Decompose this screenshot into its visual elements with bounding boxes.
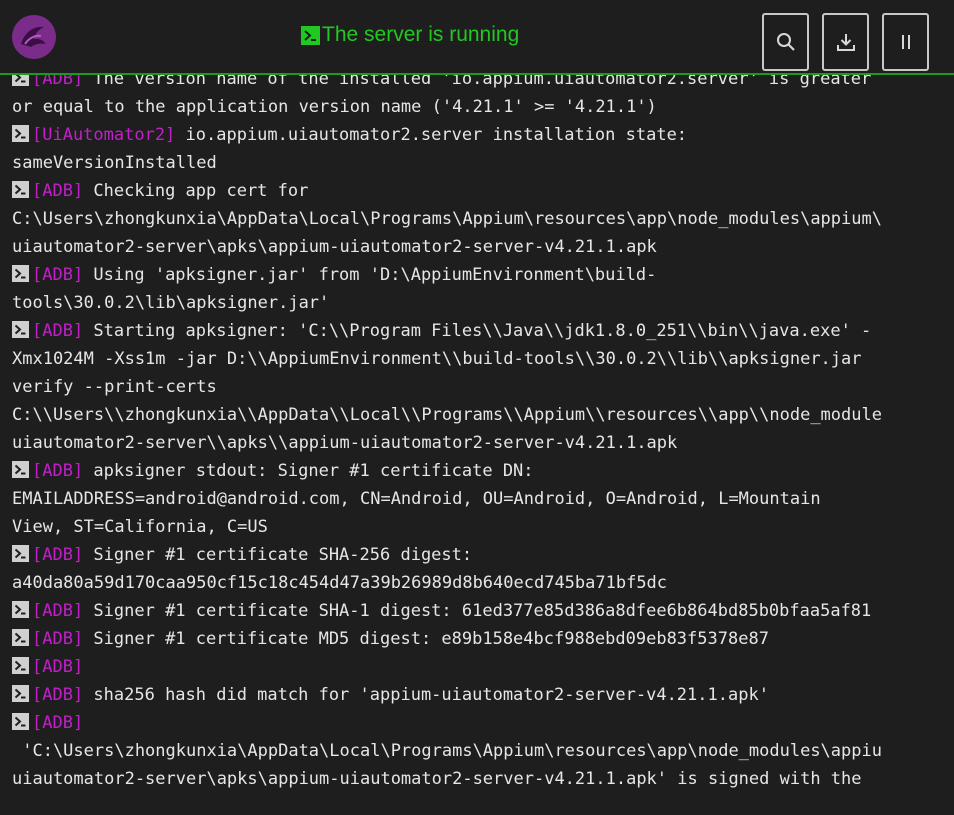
log-line: [ADB] Signer #1 certificate SHA-256 dige…: [12, 541, 952, 569]
log-message: Checking app cert for: [83, 181, 309, 201]
log-line: [ADB]: [12, 653, 952, 681]
search-icon: [776, 33, 795, 51]
log-prompt-icon: [12, 265, 29, 282]
log-line: 'C:\Users\zhongkunxia\AppData\Local\Prog…: [12, 737, 952, 765]
pause-icon: [901, 35, 910, 49]
log-line: [ADB] apksigner stdout: Signer #1 certif…: [12, 457, 952, 485]
download-button[interactable]: [822, 13, 869, 71]
log-prompt-icon: [12, 601, 29, 618]
log-prompt-icon: [12, 125, 29, 142]
log-message: tools\30.0.2\lib\apksigner.jar': [12, 293, 330, 313]
log-source-tag: [ADB]: [32, 601, 84, 621]
log-message: 'C:\Users\zhongkunxia\AppData\Local\Prog…: [12, 741, 882, 761]
log-source-tag: [ADB]: [32, 713, 84, 733]
log-source-tag: [UiAutomator2]: [32, 125, 176, 145]
header-bar: The server is running: [0, 0, 954, 73]
log-source-tag: [ADB]: [32, 685, 84, 705]
log-line: EMAILADDRESS=android@android.com, CN=And…: [12, 485, 952, 513]
log-prompt-icon: [12, 321, 29, 338]
log-message: or equal to the application version name…: [12, 97, 657, 117]
log-prompt-icon: [12, 713, 29, 730]
log-message: verify --print-certs: [12, 377, 217, 397]
log-message: EMAILADDRESS=android@android.com, CN=And…: [12, 489, 821, 509]
log-message: View, ST=California, C=US: [12, 517, 268, 537]
log-message: Signer #1 certificate SHA-256 digest:: [83, 545, 473, 565]
download-icon: [836, 34, 855, 51]
log-message: Signer #1 certificate MD5 digest: e89b15…: [83, 629, 769, 649]
log-prompt-icon: [12, 685, 29, 702]
search-button[interactable]: [762, 13, 809, 71]
log-line: sameVersionInstalled: [12, 149, 952, 177]
log-message: C:\\Users\\zhongkunxia\\AppData\\Local\\…: [12, 405, 882, 425]
server-status: The server is running: [301, 22, 519, 48]
log-message: uiautomator2-server\apks\appium-uiautoma…: [12, 769, 862, 789]
log-source-tag: [ADB]: [32, 321, 84, 341]
log-message: Signer #1 certificate SHA-1 digest: 61ed…: [83, 601, 872, 621]
server-status-text: The server is running: [322, 23, 520, 46]
log-line: C:\Users\zhongkunxia\AppData\Local\Progr…: [12, 205, 952, 233]
log-prompt-icon: [12, 461, 29, 478]
log-source-tag: [ADB]: [32, 629, 84, 649]
log-source-tag: [ADB]: [32, 181, 84, 201]
log-message: uiautomator2-server\apks\appium-uiautoma…: [12, 237, 657, 257]
log-line: [ADB] Checking app cert for: [12, 177, 952, 205]
log-line: uiautomator2-server\apks\appium-uiautoma…: [12, 765, 952, 793]
log-line: [ADB]: [12, 709, 952, 737]
log-prompt-icon: [12, 545, 29, 562]
log-source-tag: [ADB]: [32, 657, 84, 677]
log-line: a40da80a59d170caa950cf15c18c454d47a39b26…: [12, 569, 952, 597]
log-source-tag: [ADB]: [32, 545, 84, 565]
log-line: [ADB] sha256 hash did match for 'appium-…: [12, 681, 952, 709]
log-message: apksigner stdout: Signer #1 certificate …: [83, 461, 534, 481]
log-line: [ADB] Using 'apksigner.jar' from 'D:\App…: [12, 261, 952, 289]
log-line: C:\\Users\\zhongkunxia\\AppData\\Local\\…: [12, 401, 952, 429]
log-message: Xmx1024M -Xss1m -jar D:\\AppiumEnvironme…: [12, 349, 862, 369]
log-message: sha256 hash did match for 'appium-uiauto…: [83, 685, 769, 705]
log-prompt-icon: [12, 657, 29, 674]
log-source-tag: [ADB]: [32, 265, 84, 285]
log-line: or equal to the application version name…: [12, 93, 952, 121]
log-message: C:\Users\zhongkunxia\AppData\Local\Progr…: [12, 209, 882, 229]
log-line: [ADB] Signer #1 certificate SHA-1 digest…: [12, 597, 952, 625]
log-line: [UiAutomator2] io.appium.uiautomator2.se…: [12, 121, 952, 149]
log-output: [ADB] The version name of the installed …: [12, 65, 952, 793]
log-prompt-icon: [12, 629, 29, 646]
log-message: io.appium.uiautomator2.server installati…: [175, 125, 688, 145]
log-message: a40da80a59d170caa950cf15c18c454d47a39b26…: [12, 573, 668, 593]
log-line: [ADB] Starting apksigner: 'C:\\Program F…: [12, 317, 952, 345]
log-line: uiautomator2-server\\apks\\appium-uiauto…: [12, 429, 952, 457]
pause-button[interactable]: [882, 13, 929, 71]
log-line: [ADB] Signer #1 certificate MD5 digest: …: [12, 625, 952, 653]
log-message: Starting apksigner: 'C:\\Program Files\\…: [83, 321, 872, 341]
log-message: Using 'apksigner.jar' from 'D:\AppiumEnv…: [83, 265, 657, 285]
terminal-icon: [301, 25, 320, 45]
log-line: verify --print-certs: [12, 373, 952, 401]
log-line: tools\30.0.2\lib\apksigner.jar': [12, 289, 952, 317]
log-prompt-icon: [12, 181, 29, 198]
log-line: uiautomator2-server\apks\appium-uiautoma…: [12, 233, 952, 261]
log-source-tag: [ADB]: [32, 461, 84, 481]
log-message: uiautomator2-server\\apks\\appium-uiauto…: [12, 433, 678, 453]
log-line: View, ST=California, C=US: [12, 513, 952, 541]
appium-logo-icon: [12, 15, 56, 59]
header-divider: [0, 73, 954, 75]
log-line: Xmx1024M -Xss1m -jar D:\\AppiumEnvironme…: [12, 345, 952, 373]
log-message: sameVersionInstalled: [12, 153, 217, 173]
